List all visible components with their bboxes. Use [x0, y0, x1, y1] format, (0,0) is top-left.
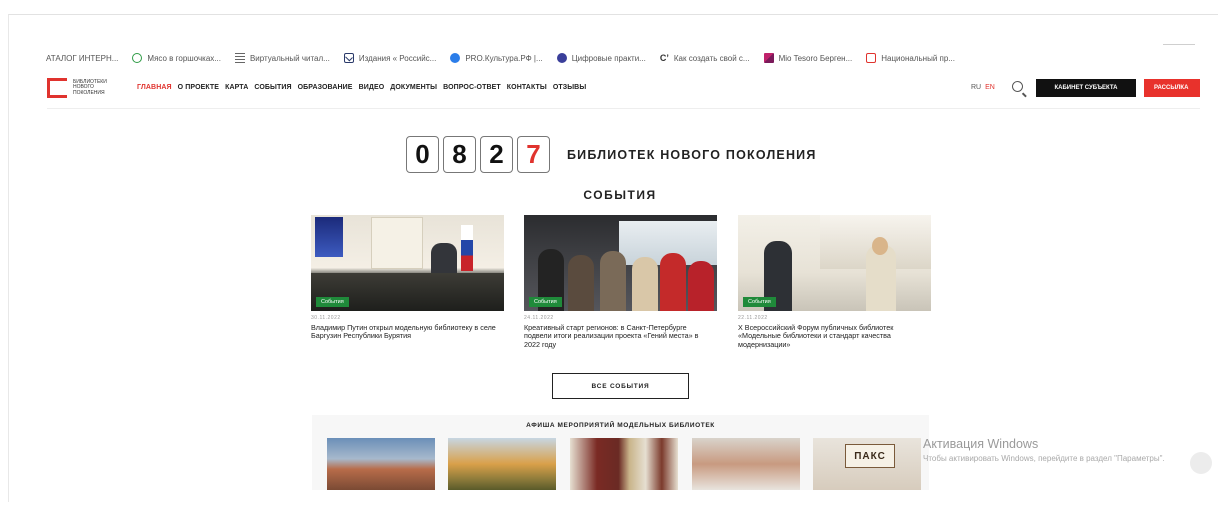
- nav-item-events[interactable]: СОБЫТИЯ: [254, 84, 291, 91]
- event-title[interactable]: X Всероссийский Форум публичных библиоте…: [738, 323, 928, 349]
- nav-item-home[interactable]: ГЛАВНАЯ: [137, 84, 172, 91]
- lang-ru[interactable]: RU: [971, 84, 981, 91]
- event-tag[interactable]: События: [743, 297, 776, 307]
- event-card[interactable]: События 30.11.2022 Владимир Путин открыл…: [311, 215, 504, 341]
- windows-activation-watermark: Активация Windows Чтобы активировать Win…: [923, 437, 1213, 464]
- windows-activation-title: Активация Windows: [923, 437, 1039, 451]
- event-card[interactable]: События 22.11.2022 X Всероссийский Форум…: [738, 215, 931, 349]
- red-square-icon: [866, 53, 877, 63]
- counter-digit: 2: [480, 136, 513, 173]
- scroll-up-icon[interactable]: [1190, 452, 1212, 474]
- bookmark-item[interactable]: Национальный пр...: [866, 53, 955, 63]
- event-title[interactable]: Владимир Путин открыл модельную библиоте…: [311, 323, 501, 341]
- bookmark-item[interactable]: Виртуальный читал...: [234, 53, 330, 63]
- bookmark-item[interactable]: Мясо в горшочках...: [132, 53, 221, 63]
- nav-item-about[interactable]: О ПРОЕКТЕ: [178, 84, 219, 91]
- counter-digit: 8: [443, 136, 476, 173]
- nav-item-education[interactable]: ОБРАЗОВАНИЕ: [298, 84, 353, 91]
- library-counter: 0 8 2 7: [406, 136, 554, 173]
- pro-kultura-icon: [450, 53, 461, 63]
- mail-icon: [343, 53, 354, 63]
- bookmark-label: Издания « Российс...: [358, 53, 437, 63]
- event-date: 22.11.2022: [738, 315, 768, 321]
- main-nav: ГЛАВНАЯ О ПРОЕКТЕ КАРТА СОБЫТИЯ ОБРАЗОВА…: [137, 84, 592, 91]
- nav-item-video[interactable]: ВИДЕО: [359, 84, 385, 91]
- counter-label: БИБЛИОТЕК НОВОГО ПОКОЛЕНИЯ: [567, 148, 817, 162]
- nav-item-documents[interactable]: ДОКУМЕНТЫ: [390, 84, 437, 91]
- cabinet-button[interactable]: КАБИНЕТ СУБЪЕКТА: [1036, 79, 1136, 97]
- bookmark-item[interactable]: PRO.Культура.РФ |...: [450, 53, 543, 63]
- counter-digit: 7: [517, 136, 550, 173]
- event-tag[interactable]: События: [529, 297, 562, 307]
- afisha-thumb[interactable]: [692, 438, 800, 490]
- nav-item-map[interactable]: КАРТА: [225, 84, 248, 91]
- nav-item-reviews[interactable]: ОТЗЫВЫ: [553, 84, 586, 91]
- afisha-title: АФИША МЕРОПРИЯТИЙ МОДЕЛЬНЫХ БИБЛИОТЕК: [526, 422, 715, 429]
- nav-item-faq[interactable]: ВОПРОС-ОТВЕТ: [443, 84, 501, 91]
- bookmark-label: Виртуальный читал...: [249, 53, 330, 63]
- divider: [1163, 44, 1195, 45]
- bookmark-item[interactable]: C’ Как создать свой с...: [660, 53, 750, 63]
- site-logo[interactable]: БИБЛИОТЕКИ НОВОГО ПОКОЛЕНИЯ: [47, 78, 119, 98]
- event-card[interactable]: События 24.11.2022 Креативный старт реги…: [524, 215, 717, 349]
- navy-circle-icon: [556, 53, 567, 63]
- bookmark-label: Цифровые практи...: [571, 53, 646, 63]
- events-section-title: СОБЫТИЯ: [583, 188, 657, 202]
- bookmark-label: Mio Tesoro Берген...: [778, 53, 853, 63]
- newsletter-button[interactable]: РАССЫЛКА: [1144, 79, 1200, 97]
- afisha-section: АФИША МЕРОПРИЯТИЙ МОДЕЛЬНЫХ БИБЛИОТЕК ПА…: [312, 415, 929, 490]
- bookmark-item[interactable]: АТАЛОГ ИНТЕРН...: [46, 54, 118, 63]
- lines-icon: [234, 53, 245, 63]
- counter-digit: 0: [406, 136, 439, 173]
- afisha-thumb[interactable]: [448, 438, 556, 490]
- bookmark-label: АТАЛОГ ИНТЕРН...: [46, 53, 119, 63]
- afisha-thumb[interactable]: [570, 438, 678, 490]
- afisha-thumb[interactable]: ПАКС: [813, 438, 921, 490]
- bookmark-item[interactable]: Mio Tesoro Берген...: [763, 53, 853, 63]
- search-icon[interactable]: [1012, 81, 1023, 92]
- event-photo[interactable]: События: [311, 215, 504, 311]
- all-events-button[interactable]: ВСЕ СОБЫТИЯ: [552, 373, 689, 399]
- bookmark-label: Мясо в горшочках...: [147, 53, 221, 63]
- afisha-thumb[interactable]: [327, 438, 435, 490]
- green-circle-icon: [132, 53, 143, 63]
- event-photo[interactable]: События: [524, 215, 717, 311]
- event-photo[interactable]: События: [738, 215, 931, 311]
- pink-flag-icon: [763, 53, 774, 63]
- event-date: 24.11.2022: [524, 315, 554, 321]
- logo-text: БИБЛИОТЕКИ НОВОГО ПОКОЛЕНИЯ: [73, 78, 107, 96]
- nav-item-contacts[interactable]: КОНТАКТЫ: [507, 84, 547, 91]
- event-title[interactable]: Креативный старт регионов: в Санкт-Петер…: [524, 323, 714, 349]
- bookmark-item[interactable]: Цифровые практи...: [556, 53, 646, 63]
- g-letter-icon: C’: [659, 53, 669, 63]
- windows-activation-subtitle: Чтобы активировать Windows, перейдите в …: [923, 454, 1165, 463]
- event-date: 30.11.2022: [311, 315, 341, 321]
- bookmark-item[interactable]: Издания « Российс...: [343, 53, 437, 63]
- afisha-thumb-sign: ПАКС: [845, 444, 895, 468]
- bookmark-label: Как создать свой с...: [673, 53, 750, 63]
- bookmark-label: Национальный пр...: [881, 53, 955, 63]
- logo-bracket-icon: [47, 78, 67, 98]
- lang-en[interactable]: EN: [985, 84, 995, 91]
- bookmarks-bar: АТАЛОГ ИНТЕРН... Мясо в горшочках... Вир…: [46, 51, 969, 65]
- header-divider: [47, 108, 1200, 109]
- bookmark-label: PRO.Культура.РФ |...: [465, 53, 543, 63]
- event-tag[interactable]: События: [316, 297, 349, 307]
- language-switcher: RU EN: [971, 84, 995, 91]
